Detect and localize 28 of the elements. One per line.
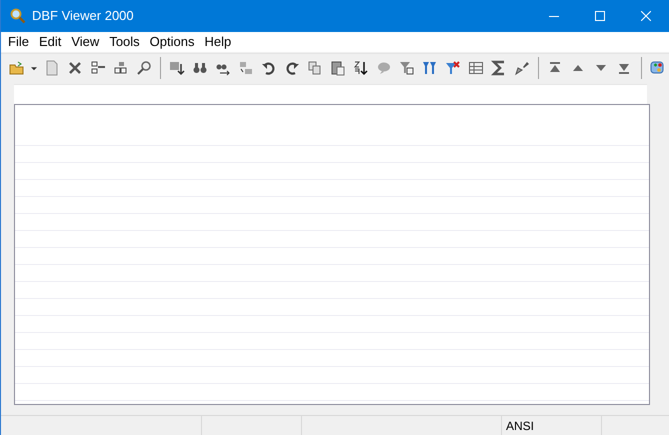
split-icon[interactable] bbox=[112, 60, 128, 76]
menu-item[interactable]: Edit bbox=[34, 32, 66, 52]
maximize-icon[interactable] bbox=[595, 11, 605, 21]
menu-item[interactable]: View bbox=[66, 32, 104, 52]
sigma-icon[interactable] bbox=[490, 60, 507, 76]
folder-icon[interactable] bbox=[8, 60, 24, 76]
window-title: DBF Viewer 2000 bbox=[32, 7, 134, 26]
insert-row-icon[interactable] bbox=[90, 60, 106, 76]
remove-filter-icon[interactable] bbox=[444, 60, 461, 76]
redo-icon[interactable] bbox=[284, 60, 300, 76]
paste-icon[interactable] bbox=[330, 60, 346, 76]
copy-icon[interactable] bbox=[306, 60, 323, 76]
magnifier-icon bbox=[10, 8, 26, 24]
sort-icon[interactable] bbox=[352, 60, 369, 76]
delete-icon[interactable] bbox=[66, 60, 82, 76]
search-icon[interactable] bbox=[136, 60, 152, 76]
filter-table-icon[interactable] bbox=[398, 60, 415, 76]
table-icon[interactable] bbox=[468, 60, 484, 76]
save-down-icon[interactable] bbox=[168, 60, 185, 76]
filter-icon[interactable] bbox=[422, 60, 438, 76]
menu-item[interactable]: Tools bbox=[104, 32, 145, 52]
menu-item[interactable]: File bbox=[3, 32, 34, 52]
undo-icon[interactable] bbox=[260, 60, 277, 76]
close-icon[interactable] bbox=[641, 11, 651, 21]
palette-icon[interactable] bbox=[649, 60, 666, 76]
encoding-status: ANSI bbox=[506, 418, 534, 435]
menu-item[interactable]: Help bbox=[199, 32, 236, 52]
menu-item[interactable]: Options bbox=[144, 32, 200, 52]
